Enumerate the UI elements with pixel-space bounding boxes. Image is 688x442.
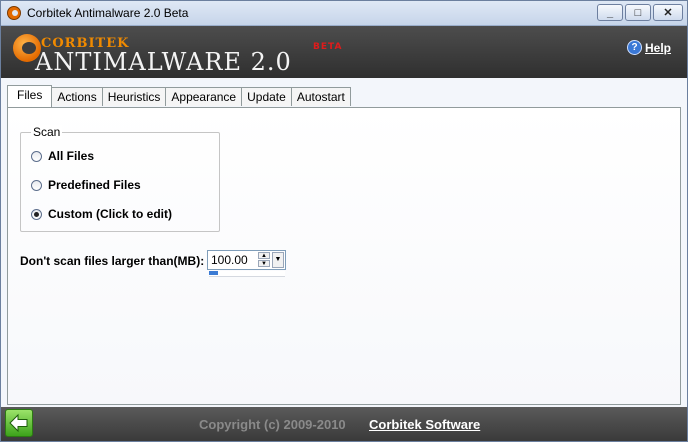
max-size-label: Don't scan files larger than(MB): bbox=[20, 254, 205, 268]
help-link[interactable]: ? Help bbox=[627, 40, 671, 55]
radio-label[interactable]: All Files bbox=[48, 149, 94, 163]
files-tab-panel: Scan All Files Predefined Files Custom (… bbox=[7, 107, 681, 405]
maximize-icon: □ bbox=[634, 6, 642, 19]
help-label[interactable]: Help bbox=[645, 41, 671, 55]
scan-group-label: Scan bbox=[31, 125, 63, 139]
window-title: Corbitek Antimalware 2.0 Beta bbox=[27, 6, 189, 20]
footer-bar: Copyright (c) 2009-2010 Corbitek Softwar… bbox=[1, 407, 687, 441]
spin-up-icon[interactable]: ▲ bbox=[258, 252, 270, 259]
dropdown-arrow-icon[interactable]: ▼ bbox=[272, 252, 284, 268]
app-icon bbox=[7, 6, 21, 20]
max-size-input[interactable] bbox=[211, 253, 257, 267]
back-button[interactable] bbox=[5, 409, 33, 437]
maximize-button[interactable]: □ bbox=[625, 4, 651, 21]
help-icon[interactable]: ? bbox=[627, 40, 642, 55]
logo-product: ANTIMALWARE 2.0 bbox=[35, 48, 292, 76]
minimize-icon: _ bbox=[606, 6, 614, 19]
copyright-text: Copyright (c) 2009-2010 bbox=[199, 417, 346, 432]
radio-button[interactable] bbox=[31, 179, 42, 191]
radio-all-files[interactable]: All Files bbox=[31, 149, 94, 163]
spin-down-icon[interactable]: ▼ bbox=[258, 260, 270, 267]
back-arrow-icon bbox=[9, 413, 28, 433]
minimize-button[interactable]: _ bbox=[597, 4, 623, 21]
app-window: Corbitek Antimalware 2.0 Beta _ □ ✕ CORB… bbox=[0, 0, 688, 442]
close-button[interactable]: ✕ bbox=[653, 4, 683, 21]
size-slider-fill bbox=[209, 271, 219, 275]
radio-button[interactable] bbox=[31, 150, 42, 162]
logo-beta: BETA bbox=[313, 42, 343, 52]
company-link[interactable]: Corbitek Software bbox=[369, 417, 480, 432]
radio-predefined-files[interactable]: Predefined Files bbox=[31, 178, 141, 192]
tab-actions[interactable]: Actions bbox=[51, 87, 103, 106]
tab-strip: Files Actions Heuristics Appearance Upda… bbox=[7, 85, 351, 107]
radio-custom[interactable]: Custom (Click to edit) bbox=[31, 207, 172, 221]
header-banner: CORBITEK ANTIMALWARE 2.0 BETA ? Help bbox=[1, 26, 687, 78]
radio-label[interactable]: Predefined Files bbox=[48, 178, 141, 192]
close-icon: ✕ bbox=[663, 7, 673, 19]
radio-button-checked[interactable] bbox=[31, 208, 42, 220]
tab-appearance[interactable]: Appearance bbox=[165, 87, 243, 106]
size-slider-bar[interactable] bbox=[209, 271, 285, 277]
logo: CORBITEK ANTIMALWARE 2.0 BETA bbox=[13, 30, 353, 76]
tab-autostart[interactable]: Autostart bbox=[290, 87, 351, 106]
radio-label[interactable]: Custom (Click to edit) bbox=[48, 207, 172, 221]
max-size-spinner[interactable]: ▲ ▼ ▼ bbox=[207, 250, 286, 270]
tab-update[interactable]: Update bbox=[241, 87, 292, 106]
tab-files[interactable]: Files bbox=[7, 85, 53, 107]
title-bar[interactable]: Corbitek Antimalware 2.0 Beta _ □ ✕ bbox=[1, 1, 687, 26]
tab-heuristics[interactable]: Heuristics bbox=[101, 87, 167, 106]
scan-groupbox: Scan All Files Predefined Files Custom (… bbox=[20, 125, 220, 232]
spin-buttons: ▲ ▼ bbox=[258, 252, 271, 268]
